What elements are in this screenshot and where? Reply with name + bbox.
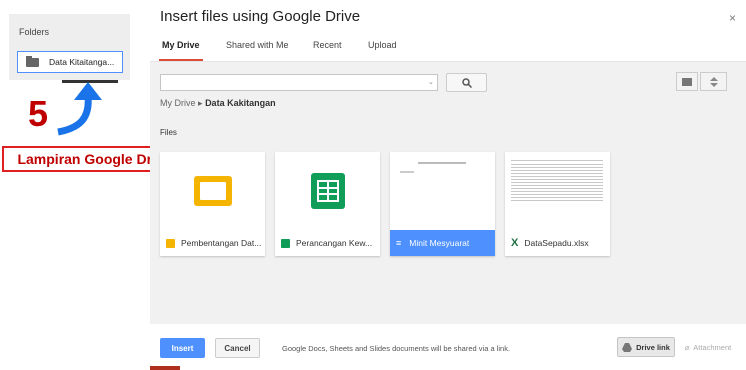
- sort-button[interactable]: [700, 72, 727, 91]
- file-name: DataSepadu.xlsx: [524, 238, 589, 248]
- list-view-icon: [682, 77, 692, 86]
- file-thumbnail: [505, 152, 610, 230]
- file-caption: Perancangan Kew...: [275, 230, 380, 256]
- search-dropdown-icon[interactable]: ⌄: [428, 78, 434, 86]
- drive-icon: [622, 342, 633, 352]
- file-name: Minit Mesyuarat: [409, 238, 470, 248]
- cancel-button[interactable]: Cancel: [215, 338, 260, 358]
- search-button[interactable]: [446, 73, 487, 92]
- sheets-icon: [281, 238, 290, 248]
- paperclip-icon: ⌀: [684, 342, 690, 352]
- arrow-5-icon: [57, 82, 102, 136]
- folders-label: Folders: [19, 27, 50, 37]
- folder-item-label: Data Kitaitanga...: [49, 57, 115, 67]
- file-thumbnail: [275, 152, 380, 230]
- document-preview-icon: [400, 162, 466, 173]
- sort-az-icon: [709, 76, 718, 87]
- dialog-title: Insert files using Google Drive: [160, 8, 361, 25]
- sheets-icon: [310, 173, 345, 209]
- close-icon[interactable]: ×: [729, 11, 736, 25]
- tab-shared-with-me[interactable]: Shared with Me: [226, 40, 289, 50]
- search-input[interactable]: [160, 74, 438, 91]
- folder-icon: [26, 55, 39, 67]
- breadcrumb-root[interactable]: My Drive: [160, 98, 196, 108]
- tab-recent[interactable]: Recent: [313, 40, 342, 50]
- file-name: Pembentangan Dat...: [181, 238, 262, 248]
- breadcrumb-separator: ▸: [198, 98, 203, 108]
- files-section-label: Files: [160, 128, 177, 137]
- slides-icon: [166, 238, 175, 248]
- attachment-button[interactable]: ⌀ Attachment: [678, 337, 738, 357]
- file-card[interactable]: Perancangan Kew...: [275, 152, 380, 256]
- file-thumbnail: [160, 152, 265, 230]
- attachment-label: Attachment: [693, 342, 732, 352]
- file-name: Perancangan Kew...: [296, 238, 373, 248]
- excel-icon: X: [511, 237, 519, 249]
- file-card[interactable]: X DataSepadu.xlsx: [505, 152, 610, 256]
- file-thumbnail: [390, 152, 495, 230]
- docs-icon: ≡: [396, 238, 402, 248]
- tab-upload[interactable]: Upload: [368, 40, 397, 50]
- share-note: Google Docs, Sheets and Slides documents…: [282, 344, 511, 353]
- spreadsheet-preview-icon: [511, 160, 603, 201]
- drive-link-label: Drive link: [636, 342, 670, 352]
- step-5-label: 5: [28, 93, 49, 134]
- file-card[interactable]: Pembentangan Dat...: [160, 152, 265, 256]
- breadcrumb: My Drive ▸ Data Kakitangan: [160, 98, 276, 109]
- breadcrumb-current: Data Kakitangan: [205, 98, 276, 108]
- insert-button[interactable]: Insert: [160, 338, 205, 358]
- list-view-button[interactable]: [676, 72, 698, 91]
- search-icon: [461, 77, 472, 88]
- drive-link-button[interactable]: Drive link: [617, 337, 675, 357]
- file-caption: Pembentangan Dat...: [160, 230, 265, 256]
- slides-icon: [193, 176, 232, 206]
- file-caption: ≡ Minit Mesyuarat: [390, 230, 495, 256]
- tab-my-drive[interactable]: My Drive: [162, 40, 200, 50]
- file-card-selected[interactable]: ≡ Minit Mesyuarat: [390, 152, 495, 256]
- folder-item-data-kakitangan[interactable]: Data Kitaitanga...: [17, 51, 123, 73]
- bottom-accent: [150, 366, 180, 370]
- file-caption: X DataSepadu.xlsx: [505, 230, 610, 256]
